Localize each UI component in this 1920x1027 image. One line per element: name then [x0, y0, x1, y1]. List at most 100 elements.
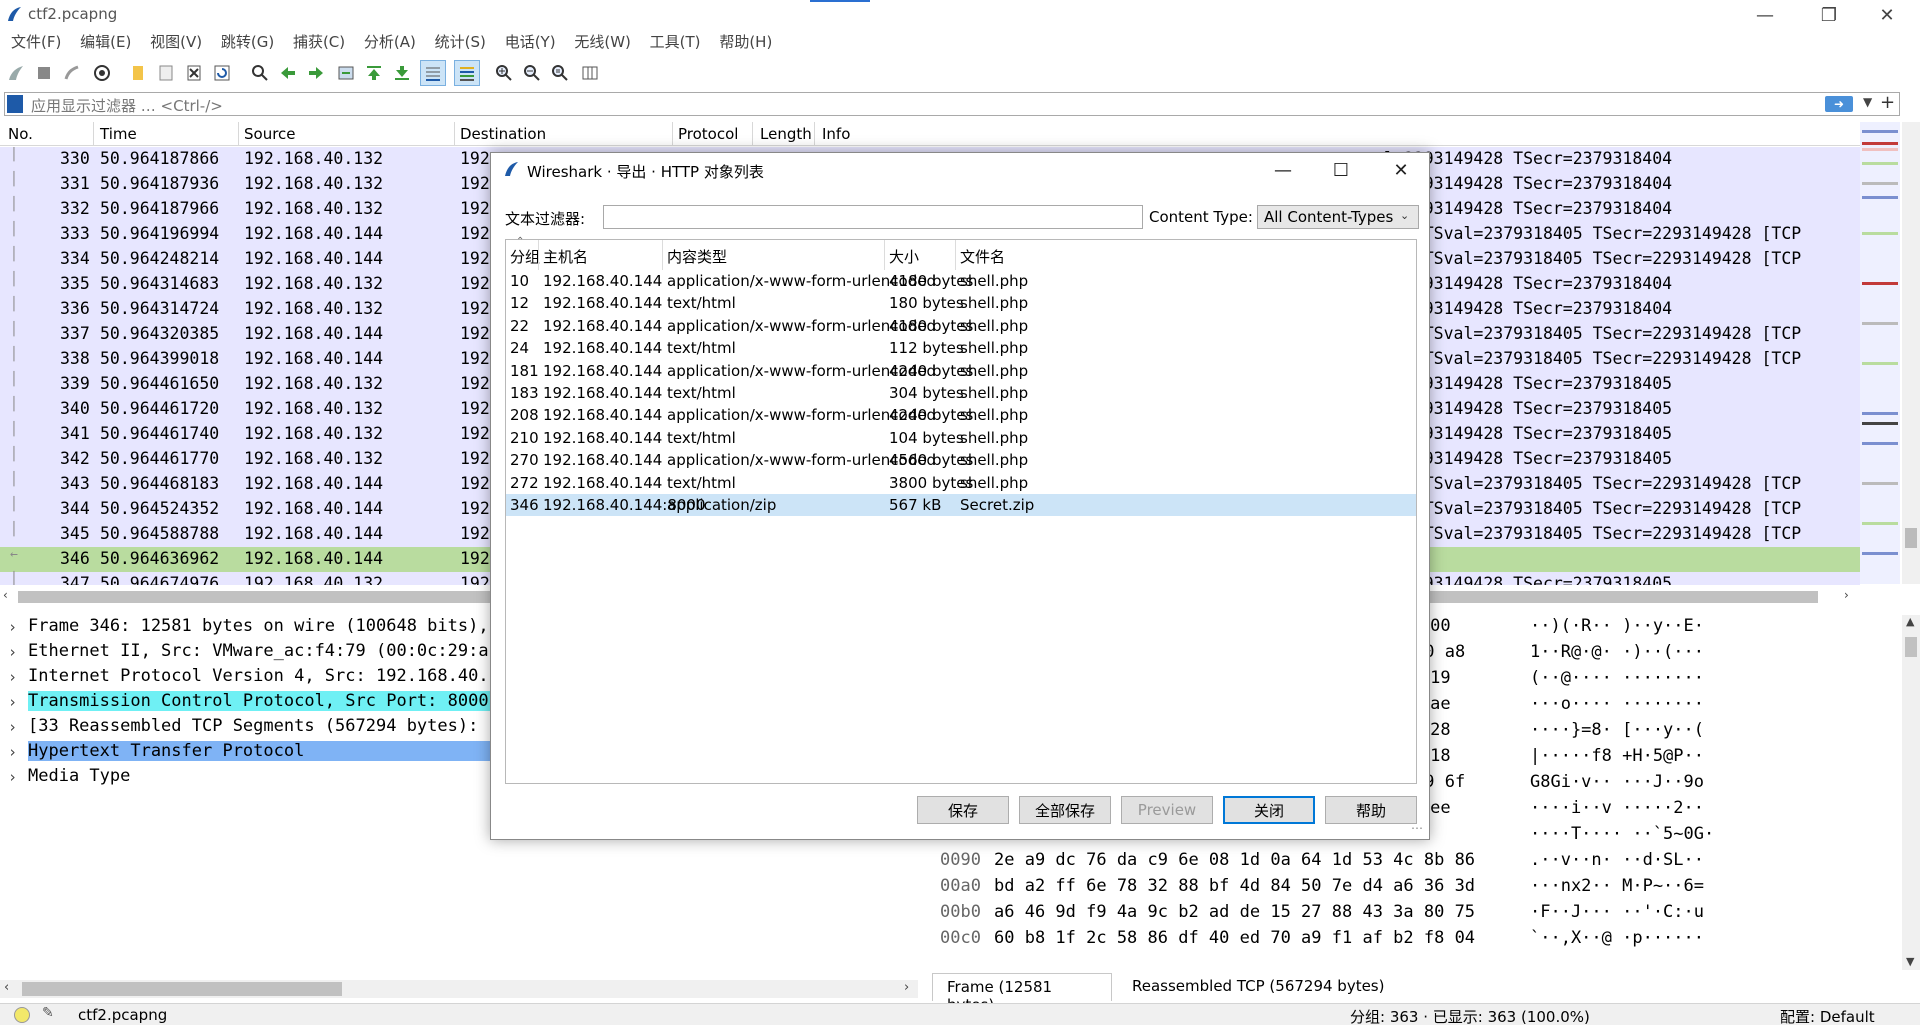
- close-file-icon[interactable]: [184, 63, 204, 83]
- detail-row-media-type[interactable]: › Media Type: [0, 765, 490, 790]
- hex-row[interactable]: 0090 2e a9 dc 76 da c9 6e 08 1d 0a 64 1d …: [928, 849, 1920, 875]
- hex-row[interactable]: 00a0 bd a2 ff 6e 78 32 88 bf 4d 84 50 7e …: [928, 875, 1920, 901]
- resize-columns-icon[interactable]: [580, 63, 600, 83]
- detail-row-reassembled[interactable]: › [33 Reassembled TCP Segments (567294 by…: [0, 715, 490, 740]
- menu-statistics[interactable]: 统计(S): [435, 30, 486, 54]
- save-button[interactable]: 保存: [917, 796, 1009, 824]
- display-filter-input[interactable]: 应用显示过滤器 … <Ctrl-/>: [31, 95, 223, 116]
- tab-reassembled-tcp[interactable]: Reassembled TCP (567294 bytes): [1122, 973, 1394, 999]
- comment-edit-icon[interactable]: ✎: [42, 1005, 54, 1021]
- open-file-icon[interactable]: [128, 63, 148, 83]
- detail-row-frame[interactable]: › Frame 346: 12581 bytes on wire (100648 …: [0, 615, 490, 640]
- column-info[interactable]: Info: [822, 125, 850, 143]
- capture-options-icon[interactable]: [92, 63, 112, 83]
- column-source[interactable]: Source: [244, 125, 296, 143]
- close-window-button[interactable]: ✕: [1864, 0, 1910, 30]
- column-protocol[interactable]: Protocol: [678, 125, 738, 143]
- restart-capture-icon[interactable]: [62, 63, 82, 83]
- column-size[interactable]: 大小: [889, 246, 919, 267]
- tab-frame-bytes[interactable]: Frame (12581 bytes): [932, 973, 1112, 1014]
- colorize-icon[interactable]: [454, 60, 480, 86]
- status-profile[interactable]: 配置: Default: [1780, 1006, 1875, 1027]
- column-no[interactable]: No.: [8, 125, 33, 143]
- http-object-row[interactable]: 210 192.168.40.144 text/html 104 bytes shell…: [506, 427, 1416, 449]
- http-object-row[interactable]: 181 192.168.40.144 application/x-www-form-…: [506, 360, 1416, 382]
- column-packet[interactable]: 分组: [510, 246, 540, 267]
- column-content-type[interactable]: 内容类型: [667, 246, 727, 267]
- zoom-normal-icon[interactable]: [550, 63, 570, 83]
- dialog-close-button[interactable]: ✕: [1377, 153, 1425, 187]
- column-length[interactable]: Length: [760, 125, 812, 143]
- hex-row[interactable]: 00b0 a6 46 9d f9 4a 9c b2 ad de 15 27 88 …: [928, 901, 1920, 927]
- bytes-vertical-scrollbar[interactable]: ▲ ▼: [1902, 615, 1920, 970]
- details-horizontal-scrollbar[interactable]: ‹ ›: [0, 980, 918, 998]
- column-filename[interactable]: 文件名: [960, 246, 1005, 267]
- zoom-out-icon[interactable]: [522, 63, 542, 83]
- column-destination[interactable]: Destination: [460, 125, 546, 143]
- autoscroll-icon[interactable]: [420, 60, 446, 86]
- go-to-packet-icon[interactable]: [336, 63, 356, 83]
- column-time[interactable]: Time: [100, 125, 137, 143]
- restore-button[interactable]: ❐: [1806, 0, 1852, 30]
- add-filter-button-icon[interactable]: +: [1880, 92, 1895, 113]
- http-object-row[interactable]: 12 192.168.40.144 text/html 180 bytes shell.…: [506, 292, 1416, 314]
- http-object-row[interactable]: 208 192.168.40.144 application/x-www-form-…: [506, 404, 1416, 426]
- detail-row-http[interactable]: › Hypertext Transfer Protocol: [0, 740, 505, 765]
- packet-list-vertical-scrollbar[interactable]: [1902, 122, 1920, 584]
- detail-row-ethernet[interactable]: › Ethernet II, Src: VMware_ac:f4:79 (00:0…: [0, 640, 490, 665]
- http-object-row[interactable]: 183 192.168.40.144 text/html 304 bytes shell…: [506, 382, 1416, 404]
- http-object-row[interactable]: 24 192.168.40.144 text/html 112 bytes shell.…: [506, 337, 1416, 359]
- http-object-row[interactable]: 10 192.168.40.144 application/x-www-form-u…: [506, 270, 1416, 292]
- go-forward-icon[interactable]: [306, 63, 326, 83]
- resize-grip-icon[interactable]: ⋯: [1411, 821, 1423, 835]
- expand-chevron-icon[interactable]: ›: [8, 768, 17, 786]
- expand-chevron-icon[interactable]: ›: [8, 743, 17, 761]
- minimize-button[interactable]: —: [1742, 0, 1788, 30]
- packet-minimap[interactable]: [1860, 122, 1900, 584]
- go-back-icon[interactable]: [278, 63, 298, 83]
- menu-tools[interactable]: 工具(T): [650, 30, 701, 54]
- filter-history-dropdown-icon[interactable]: ▼: [1863, 95, 1872, 109]
- column-hostname[interactable]: 主机名: [543, 246, 588, 267]
- http-object-row[interactable]: 272 192.168.40.144 text/html 3800 bytes shel…: [506, 472, 1416, 494]
- menu-wireless[interactable]: 无线(W): [574, 30, 631, 54]
- help-button[interactable]: 帮助: [1325, 796, 1417, 824]
- expand-chevron-icon[interactable]: ›: [8, 643, 17, 661]
- go-first-icon[interactable]: [364, 63, 384, 83]
- menu-help[interactable]: 帮助(H): [719, 30, 772, 54]
- bookmark-icon[interactable]: [7, 95, 23, 113]
- dialog-maximize-button[interactable]: ☐: [1317, 153, 1365, 187]
- close-button[interactable]: 关闭: [1223, 796, 1315, 824]
- menu-edit[interactable]: 编辑(E): [80, 30, 131, 54]
- start-capture-icon[interactable]: [6, 63, 26, 83]
- expand-chevron-icon[interactable]: ›: [8, 668, 17, 686]
- menu-capture[interactable]: 捕获(C): [293, 30, 345, 54]
- http-object-row[interactable]: 270 192.168.40.144 application/x-www-form-…: [506, 449, 1416, 471]
- expert-info-icon[interactable]: [14, 1007, 30, 1023]
- menu-go[interactable]: 跳转(G): [221, 30, 274, 54]
- stop-capture-icon[interactable]: [34, 63, 54, 83]
- menu-file[interactable]: 文件(F): [11, 30, 61, 54]
- hex-row[interactable]: 00c0 60 b8 1f 2c 58 86 df 40 ed 70 a9 f1 …: [928, 927, 1920, 953]
- save-all-button[interactable]: 全部保存: [1019, 796, 1111, 824]
- apply-filter-arrow-icon[interactable]: ➜: [1825, 96, 1853, 112]
- dialog-minimize-button[interactable]: —: [1259, 153, 1307, 187]
- find-packet-icon[interactable]: [250, 63, 270, 83]
- text-filter-input[interactable]: [603, 205, 1143, 229]
- expand-chevron-icon[interactable]: ›: [8, 693, 17, 711]
- menu-view[interactable]: 视图(V): [150, 30, 202, 54]
- detail-row-tcp[interactable]: › Transmission Control Protocol, Src Port…: [0, 690, 497, 715]
- display-filter-bar[interactable]: 应用显示过滤器 … <Ctrl-/> ➜ ▼: [4, 92, 1900, 116]
- http-object-row[interactable]: 346 192.168.40.144:8000 application/zip 567…: [506, 494, 1416, 516]
- zoom-in-icon[interactable]: [494, 63, 514, 83]
- detail-row-ipv4[interactable]: › Internet Protocol Version 4, Src: 192.1…: [0, 665, 490, 690]
- menu-analyze[interactable]: 分析(A): [364, 30, 416, 54]
- reload-icon[interactable]: [212, 63, 232, 83]
- save-file-icon[interactable]: [156, 63, 176, 83]
- expand-chevron-icon[interactable]: ›: [8, 618, 17, 636]
- http-object-row[interactable]: 22 192.168.40.144 application/x-www-form-u…: [506, 315, 1416, 337]
- menu-telephony[interactable]: 电话(Y): [505, 30, 556, 54]
- preview-button[interactable]: Preview: [1121, 796, 1213, 824]
- go-last-icon[interactable]: [392, 63, 412, 83]
- content-type-select[interactable]: All Content-Types ⌄: [1257, 205, 1419, 229]
